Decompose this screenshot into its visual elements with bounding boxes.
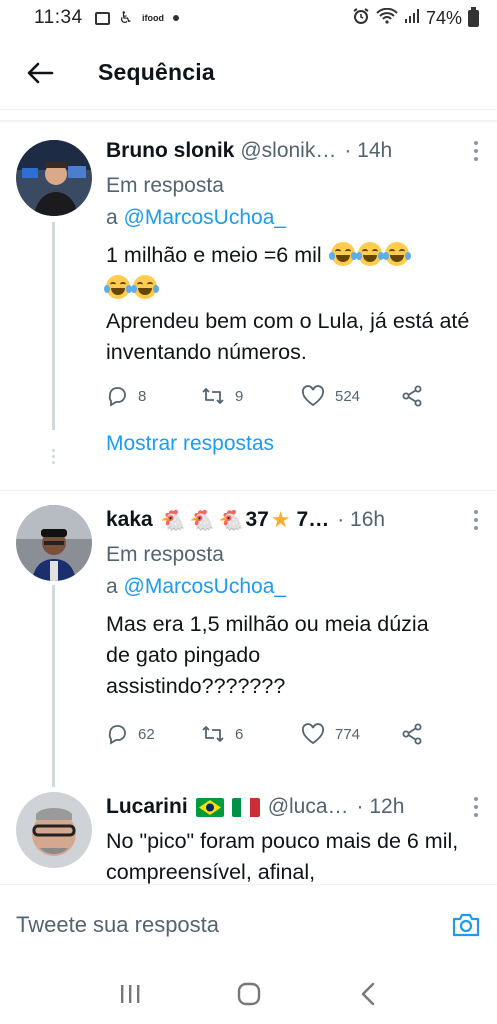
- system-nav-bar: [0, 964, 497, 1024]
- like-count: 524: [335, 387, 361, 405]
- tweet-actions: 62 6 774: [106, 718, 483, 750]
- gallery-notification-icon: [94, 11, 110, 25]
- retweet-button[interactable]: 6: [201, 723, 301, 745]
- reply-context: Em resposta a @MarcosUchoa_: [106, 539, 483, 603]
- alarm-icon: [352, 7, 370, 30]
- retweet-icon: [202, 726, 224, 742]
- reply-a: a: [106, 206, 124, 229]
- tweet-text: Mas era 1,5 milhão ou meia dúzia de gato…: [106, 612, 429, 698]
- back-nav-button[interactable]: [338, 969, 398, 1019]
- tweet-actions: 8 9 524: [106, 380, 483, 412]
- thread-line: [52, 222, 55, 430]
- avatar[interactable]: [16, 792, 92, 868]
- retweet-icon: [202, 388, 224, 404]
- tweet-time[interactable]: · 14h: [344, 139, 392, 163]
- reply-a: a: [106, 575, 124, 598]
- thread-continuation-dots: [52, 449, 55, 464]
- reply-count: 62: [138, 725, 155, 743]
- reply-icon: [108, 387, 126, 407]
- tears-of-joy-emoji-icon: [382, 242, 411, 266]
- tweet-lucarini[interactable]: Lucarini @luca… · 12h No "pico" foram po…: [0, 782, 497, 884]
- like-button[interactable]: 524: [301, 385, 401, 407]
- share-icon: [402, 385, 422, 407]
- battery-percent: 74%: [425, 7, 462, 28]
- tweet-kaka[interactable]: kaka 🐔 🐔 🐔 37 ★ 7… · 16h Em resposta a @…: [0, 491, 497, 787]
- chicken-emoji-icon: 🐔: [189, 509, 215, 532]
- like-button[interactable]: 774: [301, 723, 401, 745]
- author-name[interactable]: Bruno slonik: [106, 139, 234, 163]
- reply-count: 8: [138, 387, 147, 405]
- reply-composer[interactable]: Tweete sua resposta: [0, 884, 497, 964]
- author-name[interactable]: kaka: [106, 508, 153, 532]
- tears-of-joy-emoji-icon: [328, 242, 357, 266]
- status-bar: 11:34 ♿ ifood 74%: [0, 0, 497, 36]
- retweet-button[interactable]: 9: [201, 385, 301, 407]
- author-name[interactable]: Lucarini: [106, 795, 188, 819]
- chicken-emoji-icon: 🐔: [160, 509, 186, 532]
- tweet-text-line: 1 milhão e meio =6 mil: [106, 243, 322, 267]
- recent-apps-button[interactable]: [100, 969, 160, 1019]
- chicken-emoji-icon: 🐔: [218, 509, 244, 532]
- reply-icon: [108, 725, 126, 745]
- camera-button[interactable]: [449, 908, 483, 942]
- accessibility-notification-icon: ♿: [118, 10, 133, 27]
- thread-line: [52, 585, 55, 787]
- mention-link[interactable]: @MarcosUchoa_: [124, 575, 287, 598]
- author-handle[interactable]: @slonik…: [240, 139, 336, 163]
- more-notifications-icon: [172, 15, 179, 21]
- show-replies-link[interactable]: Mostrar respostas: [106, 432, 483, 456]
- tweet-text-line: Aprendeu bem com o Lula, já está até inv…: [106, 309, 470, 364]
- italy-flag-icon: [231, 797, 260, 817]
- author-name-suffix[interactable]: 37: [245, 508, 268, 532]
- tweet-text: No "pico" foram pouco mais de 6 mil, com…: [106, 829, 459, 884]
- app-header: Sequência: [0, 36, 497, 110]
- reply-button[interactable]: 62: [106, 723, 201, 745]
- tears-of-joy-emoji-icon: [131, 275, 159, 299]
- avatar[interactable]: [16, 505, 92, 581]
- more-options-icon[interactable]: [469, 139, 483, 163]
- tweet-time[interactable]: · 16h: [337, 508, 385, 532]
- author-handle[interactable]: @luca…: [268, 795, 349, 819]
- reply-input[interactable]: Tweete sua resposta: [16, 912, 449, 938]
- signal-icon: [404, 8, 420, 29]
- back-button[interactable]: [10, 43, 70, 103]
- heart-icon: [301, 385, 325, 407]
- author-name-trail[interactable]: 7…: [297, 508, 330, 532]
- share-button[interactable]: [401, 385, 423, 407]
- retweet-count: 6: [235, 725, 244, 743]
- home-icon: [237, 982, 260, 1006]
- reply-prefix: Em resposta: [106, 543, 224, 566]
- retweet-count: 9: [235, 387, 244, 405]
- tears-of-joy-emoji-icon: [104, 275, 132, 299]
- tweet-time[interactable]: · 12h: [357, 795, 405, 819]
- more-options-icon[interactable]: [469, 795, 483, 819]
- status-time: 11:34: [34, 7, 83, 28]
- like-count: 774: [335, 725, 361, 743]
- arrow-left-icon: [27, 62, 54, 83]
- reply-context: Em resposta a @MarcosUchoa_: [106, 170, 483, 234]
- share-icon: [402, 723, 422, 745]
- tweet-bruno[interactable]: Bruno slonik @slonik… · 14h Em resposta …: [0, 122, 497, 492]
- mention-link[interactable]: @MarcosUchoa_: [124, 206, 287, 229]
- ifood-notification-icon: ifood: [141, 13, 164, 23]
- tweet-text: 1 milhão e meio =6 mil Aprendeu bem com …: [104, 240, 483, 368]
- wifi-icon: [376, 7, 398, 29]
- avatar[interactable]: [16, 140, 92, 216]
- chevron-left-icon: [361, 982, 374, 1006]
- battery-icon: [468, 6, 479, 27]
- camera-icon: [452, 913, 480, 936]
- recent-apps-icon: [120, 985, 139, 1003]
- home-button[interactable]: [219, 969, 279, 1019]
- more-options-icon[interactable]: [469, 508, 483, 532]
- heart-icon: [301, 723, 325, 745]
- tears-of-joy-emoji-icon: [355, 242, 384, 266]
- brazil-flag-icon: [195, 797, 224, 817]
- page-title: Sequência: [98, 59, 215, 85]
- star-emoji-icon: ★: [270, 507, 291, 532]
- reply-prefix: Em resposta: [106, 174, 224, 197]
- reply-button[interactable]: 8: [106, 385, 201, 407]
- share-button[interactable]: [401, 723, 423, 745]
